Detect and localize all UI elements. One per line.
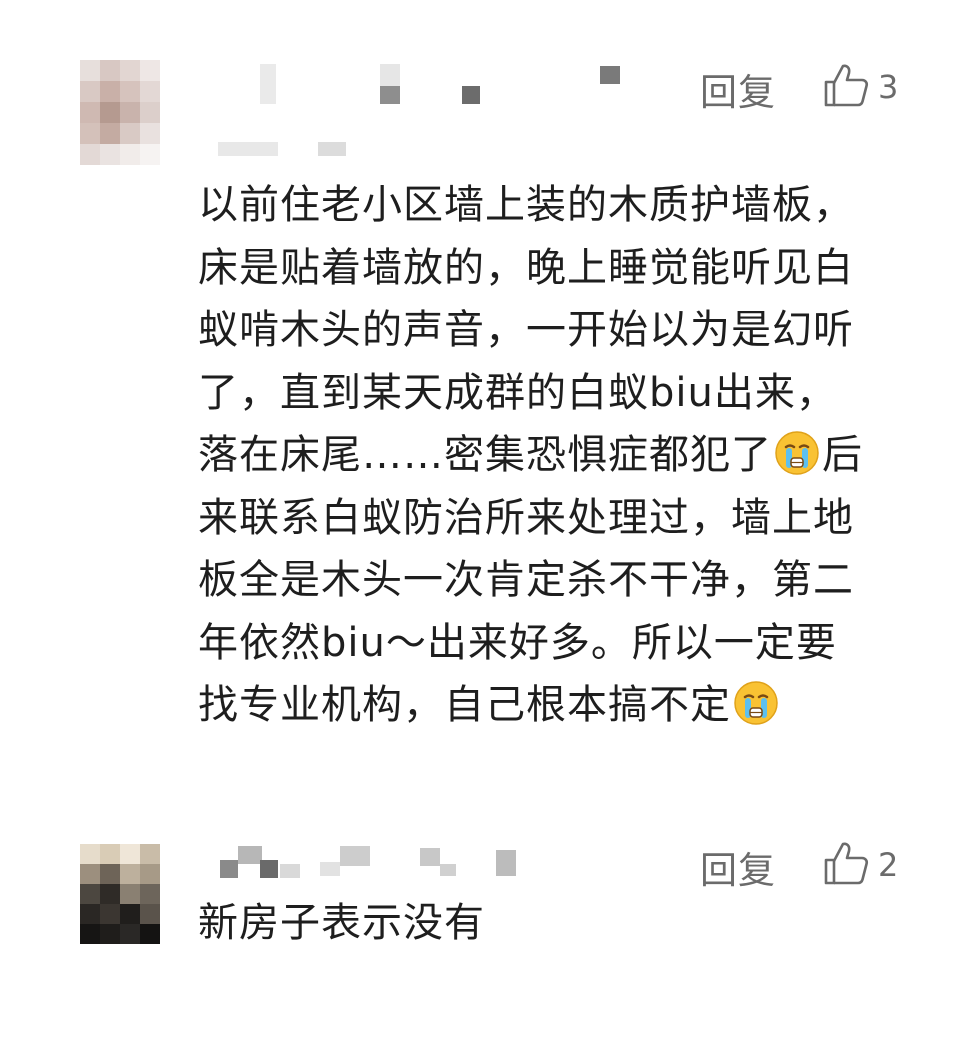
reply-button[interactable]: 回复 <box>700 840 776 894</box>
like-button[interactable]: 3 <box>822 60 898 110</box>
thumbs-up-icon <box>824 842 869 885</box>
comment-text-part-1: 以前住老小区墙上装的木质护墙板， 床是贴着墙放的，晚上睡觉能听见白 蚁啃木头的声… <box>198 182 854 478</box>
crying-face-emoji <box>774 430 820 476</box>
reply-button[interactable]: 回复 <box>700 62 776 116</box>
comment-text: 新房子表示没有 <box>198 900 485 946</box>
thumbs-up-icon <box>824 64 869 107</box>
username-redacted[interactable] <box>200 62 640 104</box>
comment-text: 以前住老小区墙上装的木质护墙板， 床是贴着墙放的，晚上睡觉能听见白 蚁啃木头的声… <box>198 174 898 737</box>
like-count: 3 <box>878 68 899 106</box>
like-count: 2 <box>878 846 899 884</box>
avatar[interactable] <box>80 844 160 944</box>
username-redacted[interactable] <box>200 840 640 880</box>
crying-face-emoji <box>733 680 779 726</box>
timestamp-redacted <box>218 138 368 158</box>
like-button[interactable]: 2 <box>822 838 898 888</box>
avatar[interactable] <box>80 60 160 165</box>
